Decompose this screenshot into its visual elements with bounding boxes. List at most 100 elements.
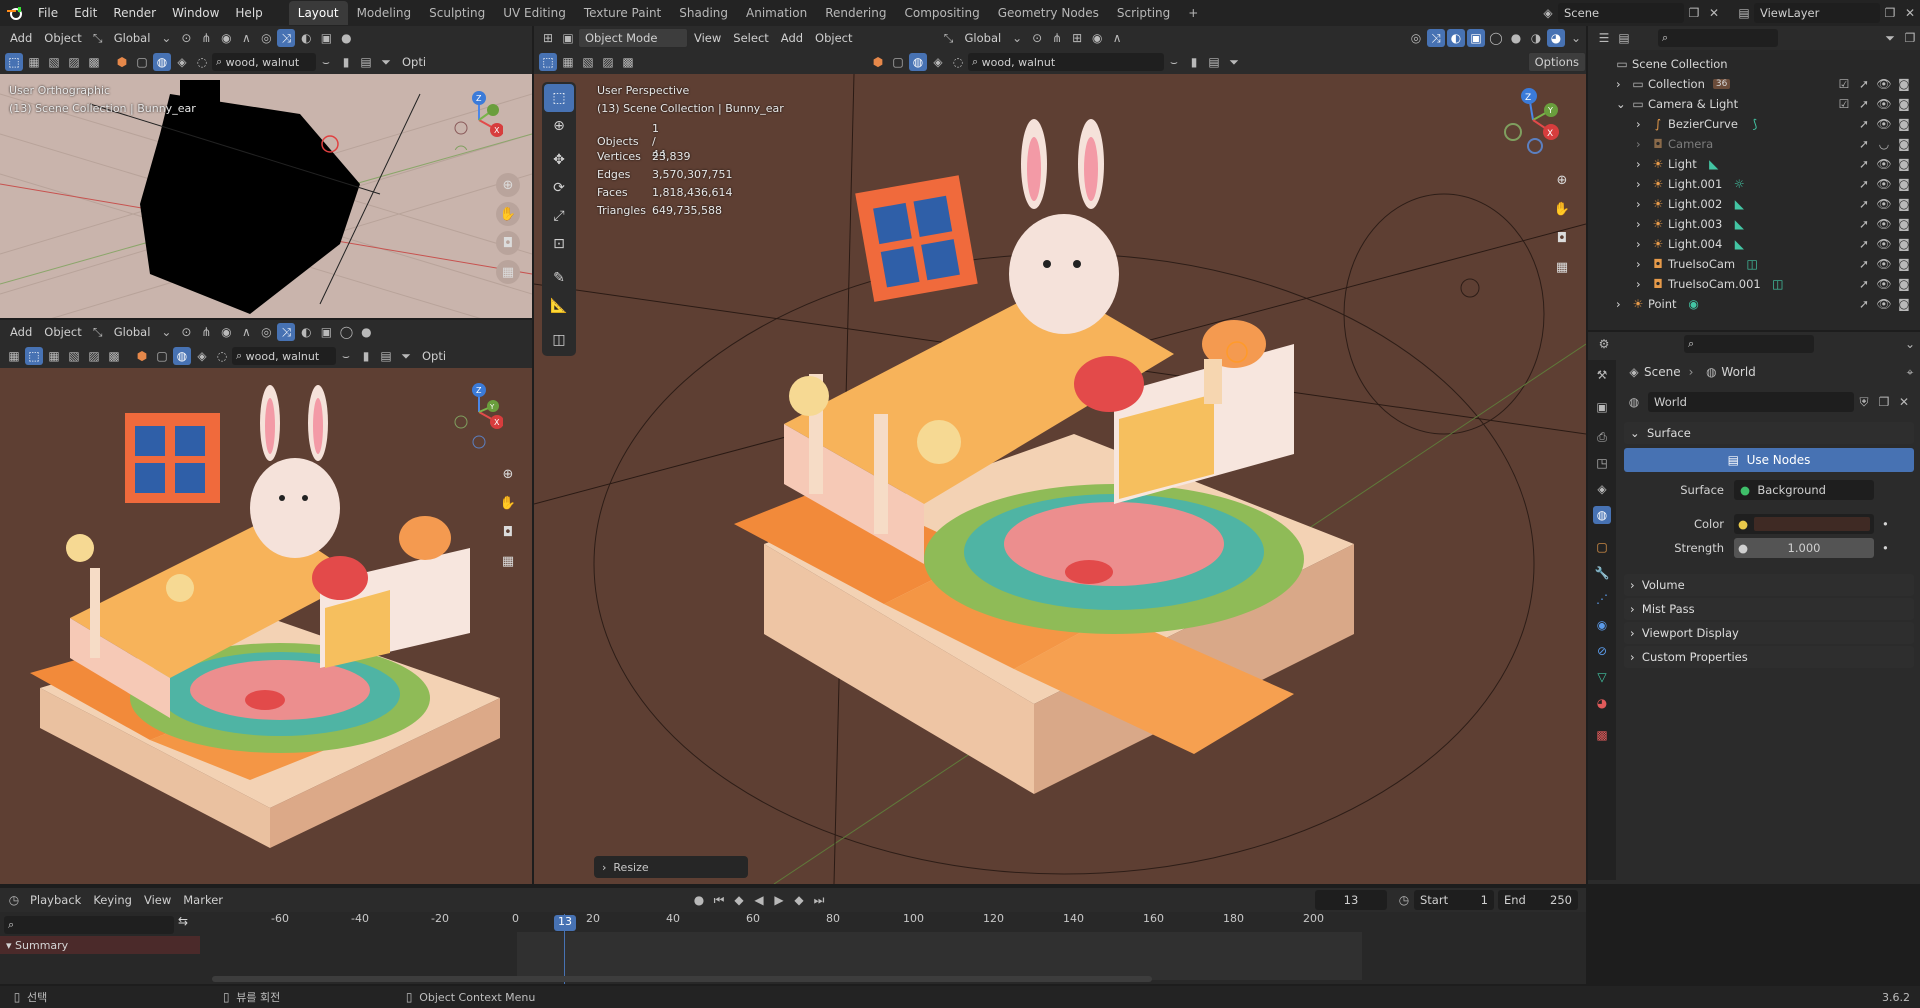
properties-search[interactable]: ⌕ <box>1684 335 1814 353</box>
pin-icon[interactable]: ⌖ <box>1901 363 1919 381</box>
add-cube-tool-icon[interactable]: ◫ <box>544 326 574 354</box>
chevron-down-icon[interactable]: ⌄ <box>1616 97 1628 111</box>
snap-icon[interactable]: ⋔ <box>1048 29 1066 47</box>
jump-start-icon[interactable]: ⏮ <box>710 891 728 909</box>
editor-type-icon[interactable]: ⊞ <box>539 29 557 47</box>
delete-view-layer-icon[interactable]: ✕ <box>1901 4 1919 22</box>
camera-view-icon[interactable]: ◘ <box>1550 226 1574 250</box>
menu-edit[interactable]: Edit <box>66 0 105 26</box>
object-mode-dropdown[interactable]: Object Mode <box>578 28 688 48</box>
texture-filter-icon[interactable]: ◈ <box>929 53 947 71</box>
material-filter-icon[interactable]: ◍ <box>909 53 927 71</box>
main-select-menu[interactable]: Select <box>727 28 774 48</box>
texture-tab-icon[interactable]: ▩ <box>1593 726 1611 744</box>
proportional-icon[interactable]: ◉ <box>217 29 235 47</box>
prev-keyframe-icon[interactable]: ◆ <box>730 891 748 909</box>
tab-sculpting[interactable]: Sculpting <box>420 1 494 25</box>
snap-icon[interactable]: ⋔ <box>197 323 215 341</box>
animate-property-icon[interactable]: • <box>1882 517 1889 531</box>
main-orientation[interactable]: Global <box>959 28 1008 48</box>
select-mode-new-icon[interactable]: ▦ <box>25 53 43 71</box>
mesh-filter-icon[interactable]: ▢ <box>133 53 151 71</box>
use-nodes-button[interactable]: ▤ Use Nodes <box>1624 448 1914 472</box>
small-top-viewport[interactable]: User Orthographic (13) Scene Collection … <box>0 74 532 318</box>
material-filter-icon[interactable]: ◍ <box>153 53 171 71</box>
falloff-icon[interactable]: ∧ <box>237 29 255 47</box>
color-field[interactable]: ● <box>1734 514 1874 534</box>
overlay-icon[interactable]: ◐ <box>297 323 315 341</box>
delete-scene-icon[interactable]: ✕ <box>1705 4 1723 22</box>
node-filter-icon[interactable]: ◌ <box>949 53 967 71</box>
select-mode-new-icon[interactable]: ▦ <box>559 53 577 71</box>
color-picker-icon[interactable]: ⬢ <box>869 53 887 71</box>
pivot-icon[interactable]: ⊙ <box>1028 29 1046 47</box>
pan-hand-icon[interactable]: ✋ <box>496 202 520 226</box>
view-layer-tab-icon[interactable]: ◳ <box>1593 454 1611 472</box>
filter-clear-icon[interactable]: ⌣ <box>1165 53 1183 71</box>
small-bottom-orientation[interactable]: Global <box>108 322 157 342</box>
mesh-filter-icon[interactable]: ▢ <box>153 347 171 365</box>
select-mode-extend-icon[interactable]: ▧ <box>579 53 597 71</box>
select-box-icon[interactable]: ⬚ <box>5 53 23 71</box>
funnel-icon[interactable]: ⏷ <box>377 53 395 71</box>
gizmo-icon[interactable]: ⤨ <box>277 323 296 341</box>
outliner-scene-collection[interactable]: ▭ Scene Collection <box>1588 54 1920 74</box>
add-workspace-button[interactable]: + <box>1179 1 1207 25</box>
display-mode-icon[interactable]: ▤ <box>1615 29 1633 47</box>
camera-view-icon[interactable]: ◘ <box>496 231 520 255</box>
custom-properties-panel-header[interactable]: › Custom Properties <box>1624 646 1914 668</box>
funnel-icon[interactable]: ⏷ <box>1881 29 1899 47</box>
snap-target-icon[interactable]: ⊞ <box>1068 29 1086 47</box>
select-mode-invert-icon[interactable]: ▩ <box>619 53 637 71</box>
menu-render[interactable]: Render <box>105 0 164 26</box>
modifier-tab-icon[interactable]: 🔧 <box>1593 564 1611 582</box>
select-mode-subtract-icon[interactable]: ▨ <box>85 347 103 365</box>
object-tab-icon[interactable]: ▢ <box>1593 538 1611 556</box>
tab-modeling[interactable]: Modeling <box>348 1 421 25</box>
shading-options-icon[interactable]: ⌄ <box>1567 29 1585 47</box>
zoom-icon[interactable]: ⊕ <box>1550 168 1574 192</box>
overlay-icon[interactable]: ◐ <box>1447 29 1465 47</box>
outliner-item-point[interactable]: › ☀ Point ◉ ➚ 👁 ◙ <box>1588 294 1920 314</box>
view-layer-selector[interactable]: ViewLayer <box>1754 3 1880 23</box>
constraints-tab-icon[interactable]: ⊘ <box>1593 642 1611 660</box>
swap-icon[interactable]: ⇆ <box>178 914 188 928</box>
current-frame-field[interactable]: 13 <box>1315 890 1387 910</box>
restrict-toggles[interactable]: ☑ ➚ 👁 ◙ <box>1834 75 1914 93</box>
material-tab-icon[interactable]: ◕ <box>1593 694 1611 712</box>
pan-hand-icon[interactable]: ✋ <box>496 491 520 515</box>
measure-tool-icon[interactable]: 📐 <box>544 292 574 320</box>
transform-tool-icon[interactable]: ⊡ <box>544 230 574 258</box>
select-mode-invert-icon[interactable]: ▩ <box>105 347 123 365</box>
ortho-toggle-icon[interactable]: ▦ <box>1550 255 1574 279</box>
world-tab-icon[interactable]: ◍ <box>1593 506 1611 524</box>
filter-clear-icon[interactable]: ⌣ <box>337 347 355 365</box>
world-name-field[interactable]: World <box>1648 392 1854 412</box>
layout-icon[interactable]: ▤ <box>377 347 395 365</box>
end-frame-field[interactable]: End 250 <box>1498 890 1578 910</box>
outliner-item-light-004[interactable]: › ☀ Light.004 ◣ ➚ 👁 ◙ <box>1588 234 1920 254</box>
menu-window[interactable]: Window <box>164 0 227 26</box>
tab-texture-paint[interactable]: Texture Paint <box>575 1 670 25</box>
main-view-menu[interactable]: View <box>688 28 727 48</box>
select-mode-new-icon[interactable]: ▦ <box>45 347 63 365</box>
editor-type-icon[interactable]: ◷ <box>5 891 23 909</box>
main-object-menu[interactable]: Object <box>809 28 858 48</box>
tab-shading[interactable]: Shading <box>670 1 737 25</box>
small-top-filter-search[interactable]: ⌕ wood, walnut <box>212 53 316 71</box>
outliner-item-trueisocam[interactable]: › ◘ TrueIsoCam ◫ ➚ 👁 ◙ <box>1588 254 1920 274</box>
output-tab-icon[interactable]: ⎙ <box>1593 428 1611 446</box>
restrict-toggles[interactable]: ☑ ➚ 👁 ◙ <box>1834 95 1914 113</box>
timeline-view-menu[interactable]: View <box>138 890 177 910</box>
rotate-tool-icon[interactable]: ⟳ <box>544 174 574 202</box>
record-icon[interactable]: ● <box>690 891 708 909</box>
tab-rendering[interactable]: Rendering <box>816 1 895 25</box>
filter-clear-icon[interactable]: ⌣ <box>317 53 335 71</box>
unlink-icon[interactable]: ✕ <box>1895 393 1913 411</box>
small-bottom-object-menu[interactable]: Object <box>38 322 87 342</box>
play-icon[interactable]: ▶ <box>770 891 788 909</box>
color-picker-icon[interactable]: ⬢ <box>133 347 151 365</box>
last-operator-panel[interactable]: › Resize <box>594 856 748 878</box>
outliner-item-camera[interactable]: › ◘ Camera ➚ ◡ ◙ <box>1588 134 1920 154</box>
summary-channel[interactable]: ▾ Summary <box>0 936 200 954</box>
